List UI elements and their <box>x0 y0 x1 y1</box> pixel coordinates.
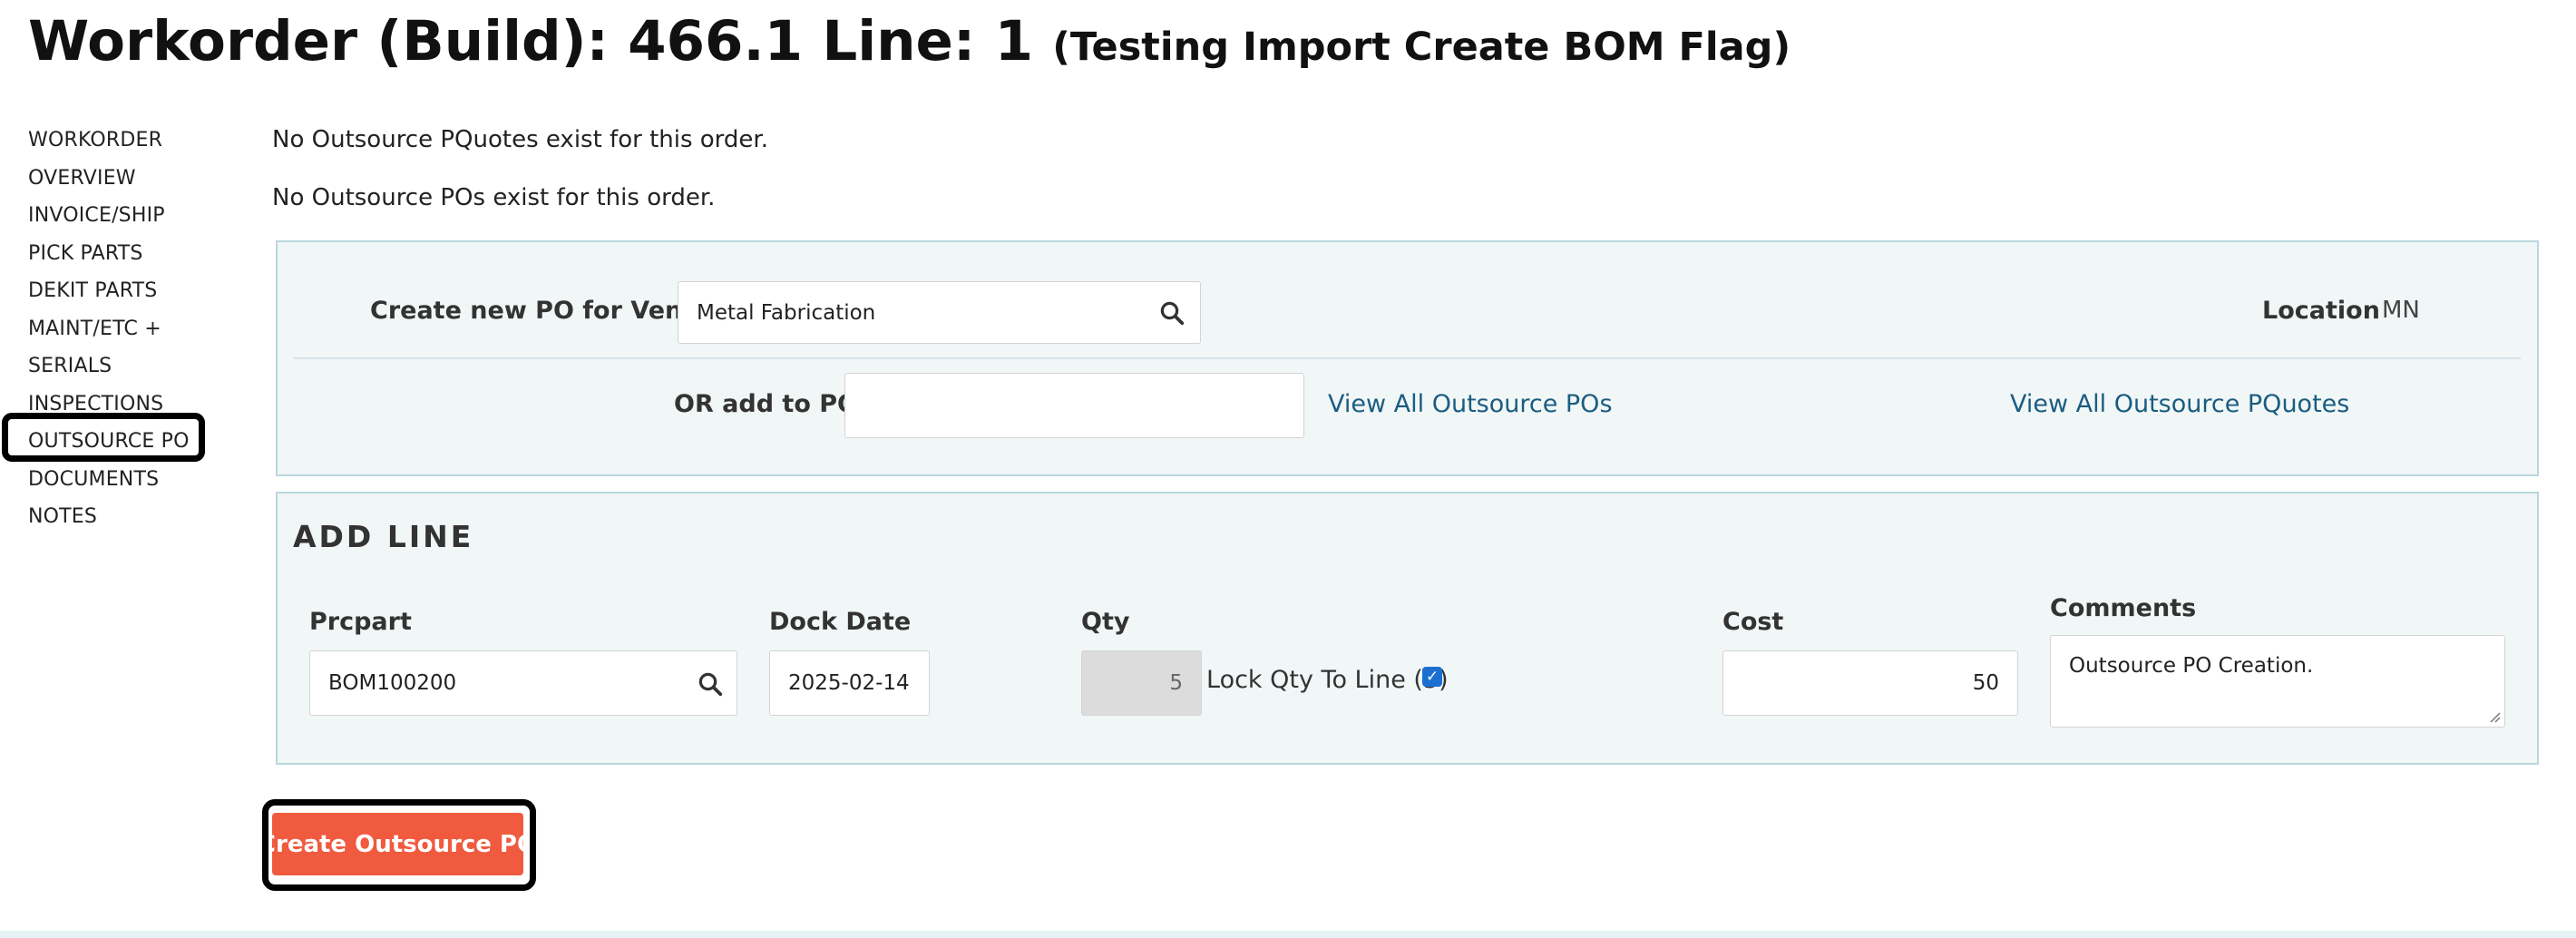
page-title-main: Workorder (Build): 466.1 Line: 1 <box>28 9 1034 73</box>
qty-value: 5 <box>1169 671 1183 695</box>
vendor-panel: Create new PO for Vendor Metal Fabricati… <box>276 240 2539 476</box>
location-value: MN <box>2382 297 2420 324</box>
sidebar-item-inspections[interactable]: INSPECTIONS <box>28 386 210 424</box>
dock-date-value: 2025-02-14 <box>788 671 910 695</box>
qty-input: 5 <box>1081 650 1202 716</box>
no-pquotes-message: No Outsource PQuotes exist for this orde… <box>272 126 768 153</box>
dock-date-label: Dock Date <box>769 608 912 636</box>
cost-value: 50 <box>1972 671 1999 695</box>
sidebar-item-overview[interactable]: OVERVIEW <box>28 160 210 198</box>
create-outsource-po-button[interactable]: Create Outsource PO <box>259 813 537 875</box>
comments-textarea[interactable]: Outsource PO Creation. <box>2050 635 2505 728</box>
add-line-panel: ADD LINE Prcpart BOM100200 Dock Date 202… <box>276 492 2539 765</box>
page-title: Workorder (Build): 466.1 Line: 1 (Testin… <box>28 5 1791 83</box>
comments-label: Comments <box>2050 594 2197 622</box>
view-all-outsource-pquotes-link[interactable]: View All Outsource PQuotes <box>2010 390 2349 418</box>
checkmark-icon: ✓ <box>1425 668 1439 686</box>
view-all-outsource-pos-link[interactable]: View All Outsource POs <box>1328 390 1613 418</box>
prcpart-input[interactable]: BOM100200 <box>309 650 737 716</box>
cost-input[interactable]: 50 <box>1722 650 2018 716</box>
dock-date-input[interactable]: 2025-02-14 <box>769 650 930 716</box>
sidebar-item-maint-etc[interactable]: MAINT/ETC + <box>28 310 210 348</box>
page-subtitle: (Testing Import Create BOM Flag) <box>1052 24 1791 70</box>
prcpart-value: BOM100200 <box>328 671 457 695</box>
sidebar-item-pick-parts[interactable]: PICK PARTS <box>28 235 210 273</box>
comments-value: Outsource PO Creation. <box>2069 654 2314 678</box>
sidebar-item-outsource-po[interactable]: OUTSOURCE PO <box>28 423 210 461</box>
search-icon[interactable] <box>1158 299 1186 327</box>
add-to-po-input[interactable] <box>844 373 1304 438</box>
prcpart-label: Prcpart <box>309 608 412 636</box>
sidebar-item-dekit-parts[interactable]: DEKIT PARTS <box>28 272 210 310</box>
cost-label: Cost <box>1722 608 1784 636</box>
sidebar-item-invoice-ship[interactable]: INVOICE/SHIP <box>28 197 210 235</box>
add-to-po-label: OR add to PO <box>674 390 859 418</box>
vendor-search-input[interactable]: Metal Fabrication <box>678 281 1201 344</box>
sidebar-item-serials[interactable]: SERIALS <box>28 347 210 386</box>
lock-qty-label: Lock Qty To Line (5) <box>1206 666 1449 694</box>
sidebar-item-documents[interactable]: DOCUMENTS <box>28 461 210 499</box>
location-label: Location <box>2262 297 2380 325</box>
footer-strip <box>0 931 2576 938</box>
sidebar-item-notes[interactable]: NOTES <box>28 498 210 536</box>
sidebar-nav: WORKORDER OVERVIEW INVOICE/SHIP PICK PAR… <box>28 122 210 536</box>
search-icon[interactable] <box>697 670 724 698</box>
qty-label: Qty <box>1081 608 1130 636</box>
vendor-search-value: Metal Fabrication <box>697 300 876 325</box>
resize-grip-icon[interactable] <box>2488 710 2501 723</box>
sidebar-item-workorder[interactable]: WORKORDER <box>28 122 210 160</box>
lock-qty-checkbox[interactable]: ✓ <box>1422 667 1442 687</box>
vendor-label: Create new PO for Vendor <box>370 297 729 325</box>
panel-divider <box>294 357 2521 359</box>
no-pos-message: No Outsource POs exist for this order. <box>272 184 716 211</box>
add-line-title: ADD LINE <box>293 519 474 554</box>
